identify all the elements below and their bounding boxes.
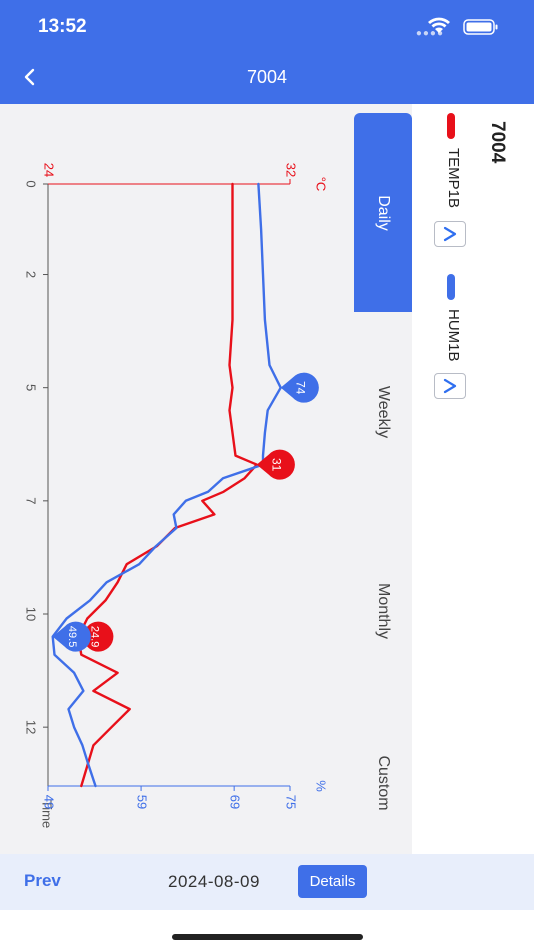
chart-panel: 0 2 5 7 10 12 Time 24 32 °C 49 59 69 75% 74 31 24.9 49.5	[0, 104, 354, 854]
tab-label: Custom	[375, 754, 392, 811]
tab-daily[interactable]: Daily	[354, 113, 412, 312]
marker-label: 31	[270, 458, 284, 472]
bottom-bar: Prev 2024-08-09 Details	[0, 854, 534, 910]
status-bar: 13:52 ●●●●	[0, 0, 534, 50]
legend-label-temp: TEMP1B	[445, 148, 462, 209]
time-tick-label: 0	[24, 180, 39, 187]
hum-tick-label: 49	[42, 795, 57, 809]
page-title: 7004	[246, 67, 288, 87]
details-button[interactable]: Details	[298, 865, 367, 898]
temp-max-label: 32	[284, 163, 299, 177]
tab-label: Weekly	[375, 385, 392, 438]
tab-weekly[interactable]: Weekly	[354, 312, 412, 511]
status-time: 13:52	[38, 16, 87, 37]
marker-label: 49.5	[66, 626, 78, 647]
series-line-temp1b	[77, 182, 258, 788]
marker-label: 74	[294, 381, 308, 395]
status-icons	[428, 17, 498, 35]
nav-bar: 7004	[0, 50, 534, 104]
checkbox-hum[interactable]	[434, 373, 466, 399]
line-chart: 02571012Time24 32°C49 59 69 75%743124.949.5	[24, 163, 329, 828]
temp-unit-label: °C	[314, 177, 329, 192]
hum-tick-label: 59	[135, 795, 150, 809]
hum-tick-label: 75	[284, 795, 299, 809]
legend-panel	[412, 104, 534, 854]
check-icon	[443, 378, 457, 394]
hum-tick-label: 69	[228, 795, 243, 809]
home-indicator	[172, 934, 363, 940]
legend-marker-temp	[447, 113, 455, 139]
check-icon	[443, 226, 457, 242]
tab-label: Monthly	[375, 582, 392, 640]
checkbox-temp[interactable]	[434, 221, 466, 247]
current-date: 2024-08-09	[168, 872, 260, 891]
tab-monthly[interactable]: Monthly	[354, 511, 412, 711]
legend-label-hum: HUM1B	[445, 309, 462, 362]
device-name: 7004	[487, 121, 508, 164]
time-tick-label: 2	[24, 271, 39, 278]
wifi-icon	[428, 17, 450, 33]
time-tick-label: 5	[24, 384, 39, 391]
series-line-hum1b	[51, 182, 282, 788]
battery-icon	[463, 19, 498, 35]
legend-marker-hum	[447, 274, 455, 300]
tab-custom[interactable]: Custom	[354, 711, 412, 854]
tab-label: Daily	[375, 194, 392, 231]
time-tick-label: 7	[24, 497, 39, 504]
hum-unit-label: %	[314, 780, 329, 792]
temp-min-label: 24	[42, 163, 57, 177]
time-tick-label: 10	[24, 607, 39, 621]
prev-button[interactable]: Prev	[24, 871, 61, 891]
time-tick-label: 12	[24, 720, 39, 734]
period-tabs: Daily Weekly Monthly Custom	[354, 104, 412, 854]
